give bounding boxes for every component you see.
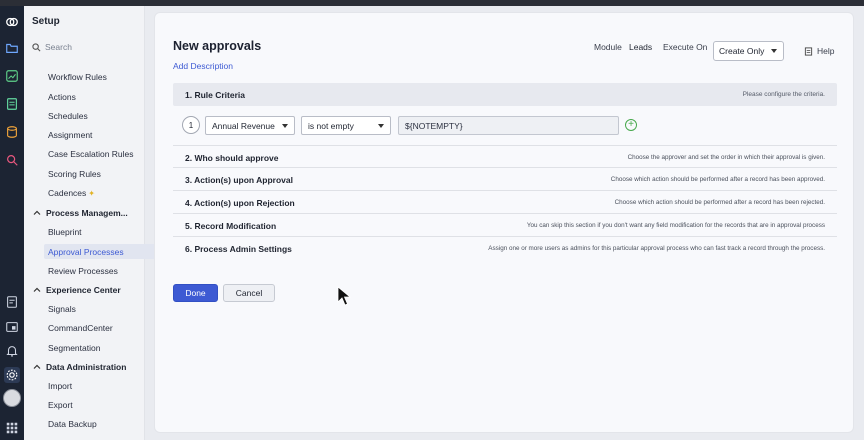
sidebar-item-segmentation[interactable]: Segmentation	[48, 343, 100, 353]
caret-down-icon	[771, 49, 777, 53]
mouse-cursor-icon	[337, 286, 351, 306]
sidebar-title: Setup	[32, 16, 60, 27]
section-title: 1. Rule Criteria	[185, 90, 245, 100]
checklist-icon[interactable]	[4, 96, 20, 112]
gear-icon[interactable]	[4, 367, 20, 383]
done-button[interactable]: Done	[173, 284, 218, 302]
chevron-up-icon	[33, 287, 41, 292]
section-hint: Please configure the criteria.	[742, 91, 825, 98]
help-doc-icon	[804, 46, 813, 56]
sidebar-group-experience[interactable]: Experience Center	[33, 285, 121, 295]
sidebar-item-review-processes[interactable]: Review Processes	[48, 266, 118, 276]
app-rail	[0, 6, 24, 440]
criteria-operator-value: is not empty	[308, 120, 354, 131]
sidebar-item-schedules[interactable]: Schedules	[48, 111, 88, 121]
step-hint: Choose which action should be performed …	[614, 199, 825, 206]
chevron-up-icon	[33, 210, 41, 215]
sidebar-item-blueprint[interactable]: Blueprint	[48, 227, 82, 237]
help-link[interactable]: Help	[804, 46, 834, 56]
chevron-up-icon	[33, 364, 41, 369]
step-label: 6. Process Admin Settings	[185, 244, 292, 254]
sidebar-item-case-escalation[interactable]: Case Escalation Rules	[48, 149, 134, 159]
step-hint: You can skip this section if you don't w…	[526, 222, 825, 229]
add-criteria-icon[interactable]: +	[625, 119, 637, 131]
approval-form-card: New approvals Add Description Module Lea…	[154, 12, 854, 433]
step-label: 4. Action(s) upon Rejection	[185, 198, 295, 208]
criteria-row: 1 Annual Revenue is not empty ${NOTEMPTY…	[173, 115, 837, 135]
dashboard-icon[interactable]	[4, 319, 20, 335]
criteria-value-field[interactable]: ${NOTEMPTY}	[398, 116, 619, 135]
sidebar-item-label: Cadences	[48, 188, 87, 198]
sidebar-group-label: Data Administration	[46, 362, 127, 372]
database-icon[interactable]	[4, 124, 20, 140]
sidebar-item-commandcenter[interactable]: CommandCenter	[48, 323, 113, 333]
step-actions-upon-rejection[interactable]: 4. Action(s) upon Rejection Choose which…	[173, 191, 837, 214]
step-record-modification[interactable]: 5. Record Modification You can skip this…	[173, 214, 837, 237]
analytics-icon[interactable]	[4, 68, 20, 84]
step-actions-upon-approval[interactable]: 3. Action(s) upon Approval Choose which …	[173, 168, 837, 191]
add-description-link[interactable]: Add Description	[173, 61, 233, 71]
user-avatar[interactable]	[3, 389, 21, 407]
apps-grid-icon[interactable]	[4, 420, 20, 436]
rule-criteria-header[interactable]: 1. Rule Criteria Please configure the cr…	[173, 83, 837, 106]
bell-icon[interactable]	[4, 343, 20, 359]
execute-on-value: Create Only	[719, 46, 765, 56]
step-hint: Choose which action should be performed …	[610, 176, 825, 183]
app-logo-icon[interactable]	[4, 14, 20, 30]
sidebar-item-approval-processes[interactable]: Approval Processes	[48, 247, 124, 257]
sidebar-item-data-backup[interactable]: Data Backup	[48, 419, 97, 429]
sidebar-item-import[interactable]: Import	[48, 381, 72, 391]
sparkle-icon: ✦	[88, 189, 95, 198]
execute-on-label: Execute On	[663, 42, 708, 52]
sidebar-item-assignment[interactable]: Assignment	[48, 130, 92, 140]
module-label: Module	[594, 42, 622, 52]
step-hint: Assign one or more users as admins for t…	[488, 245, 825, 252]
help-label: Help	[817, 46, 835, 56]
step-process-admin-settings[interactable]: 6. Process Admin Settings Assign one or …	[173, 237, 837, 260]
criteria-field-select[interactable]: Annual Revenue	[205, 116, 295, 135]
sidebar-group-data-admin[interactable]: Data Administration	[33, 362, 126, 372]
sidebar-item-cadences[interactable]: Cadences ✦	[48, 188, 95, 198]
folder-icon[interactable]	[4, 40, 20, 56]
search-icon	[32, 42, 41, 51]
sidebar-search[interactable]: Search	[32, 40, 136, 54]
search-input[interactable]: Search	[45, 42, 72, 52]
sidebar-item-export[interactable]: Export	[48, 400, 73, 410]
sidebar-group-process[interactable]: Process Managem...	[33, 208, 128, 218]
step-who-should-approve[interactable]: 2. Who should approve Choose the approve…	[173, 145, 837, 168]
sidebar-item-scoring-rules[interactable]: Scoring Rules	[48, 169, 101, 179]
criteria-field-value: Annual Revenue	[212, 120, 275, 131]
caret-down-icon	[378, 124, 384, 128]
criteria-operator-select[interactable]: is not empty	[301, 116, 391, 135]
criteria-row-number: 1	[182, 116, 200, 134]
step-label: 2. Who should approve	[185, 153, 279, 163]
page-title: New approvals	[173, 39, 262, 53]
sidebar-item-actions[interactable]: Actions	[48, 92, 76, 102]
step-label: 3. Action(s) upon Approval	[185, 175, 293, 185]
step-label: 5. Record Modification	[185, 221, 277, 231]
step-hint: Choose the approver and set the order in…	[627, 154, 825, 161]
cancel-button[interactable]: Cancel	[223, 284, 275, 302]
notes-icon[interactable]	[4, 294, 20, 310]
module-value: Leads	[629, 42, 653, 52]
search-people-icon[interactable]	[4, 152, 20, 168]
execute-on-select[interactable]: Create Only	[713, 41, 784, 61]
sidebar-group-label: Process Managem...	[46, 208, 128, 218]
sidebar-group-label: Experience Center	[46, 285, 121, 295]
setup-sidebar: Setup Search Workflow Rules Actions Sche…	[24, 6, 163, 440]
sidebar-item-workflow-rules[interactable]: Workflow Rules	[48, 72, 107, 82]
sidebar-item-signals[interactable]: Signals	[48, 304, 76, 314]
caret-down-icon	[282, 124, 288, 128]
